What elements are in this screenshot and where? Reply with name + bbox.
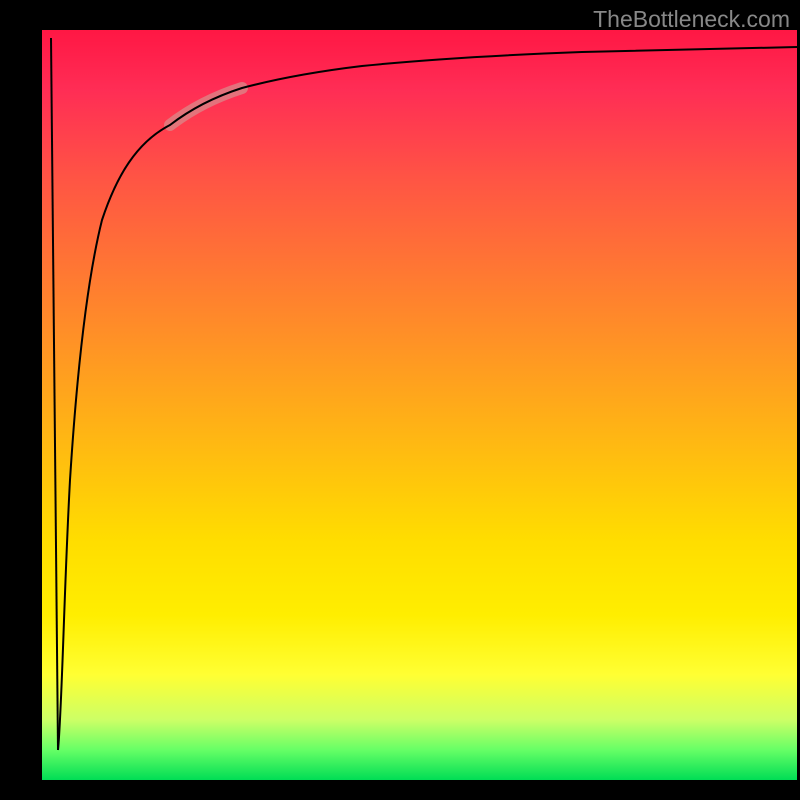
curve-highlight-marker [170,88,242,125]
curve-initial-drop [51,38,58,750]
chart-plot-area [42,30,797,780]
chart-svg [42,30,797,780]
bottleneck-curve [58,47,797,750]
watermark-text: TheBottleneck.com [593,6,790,33]
